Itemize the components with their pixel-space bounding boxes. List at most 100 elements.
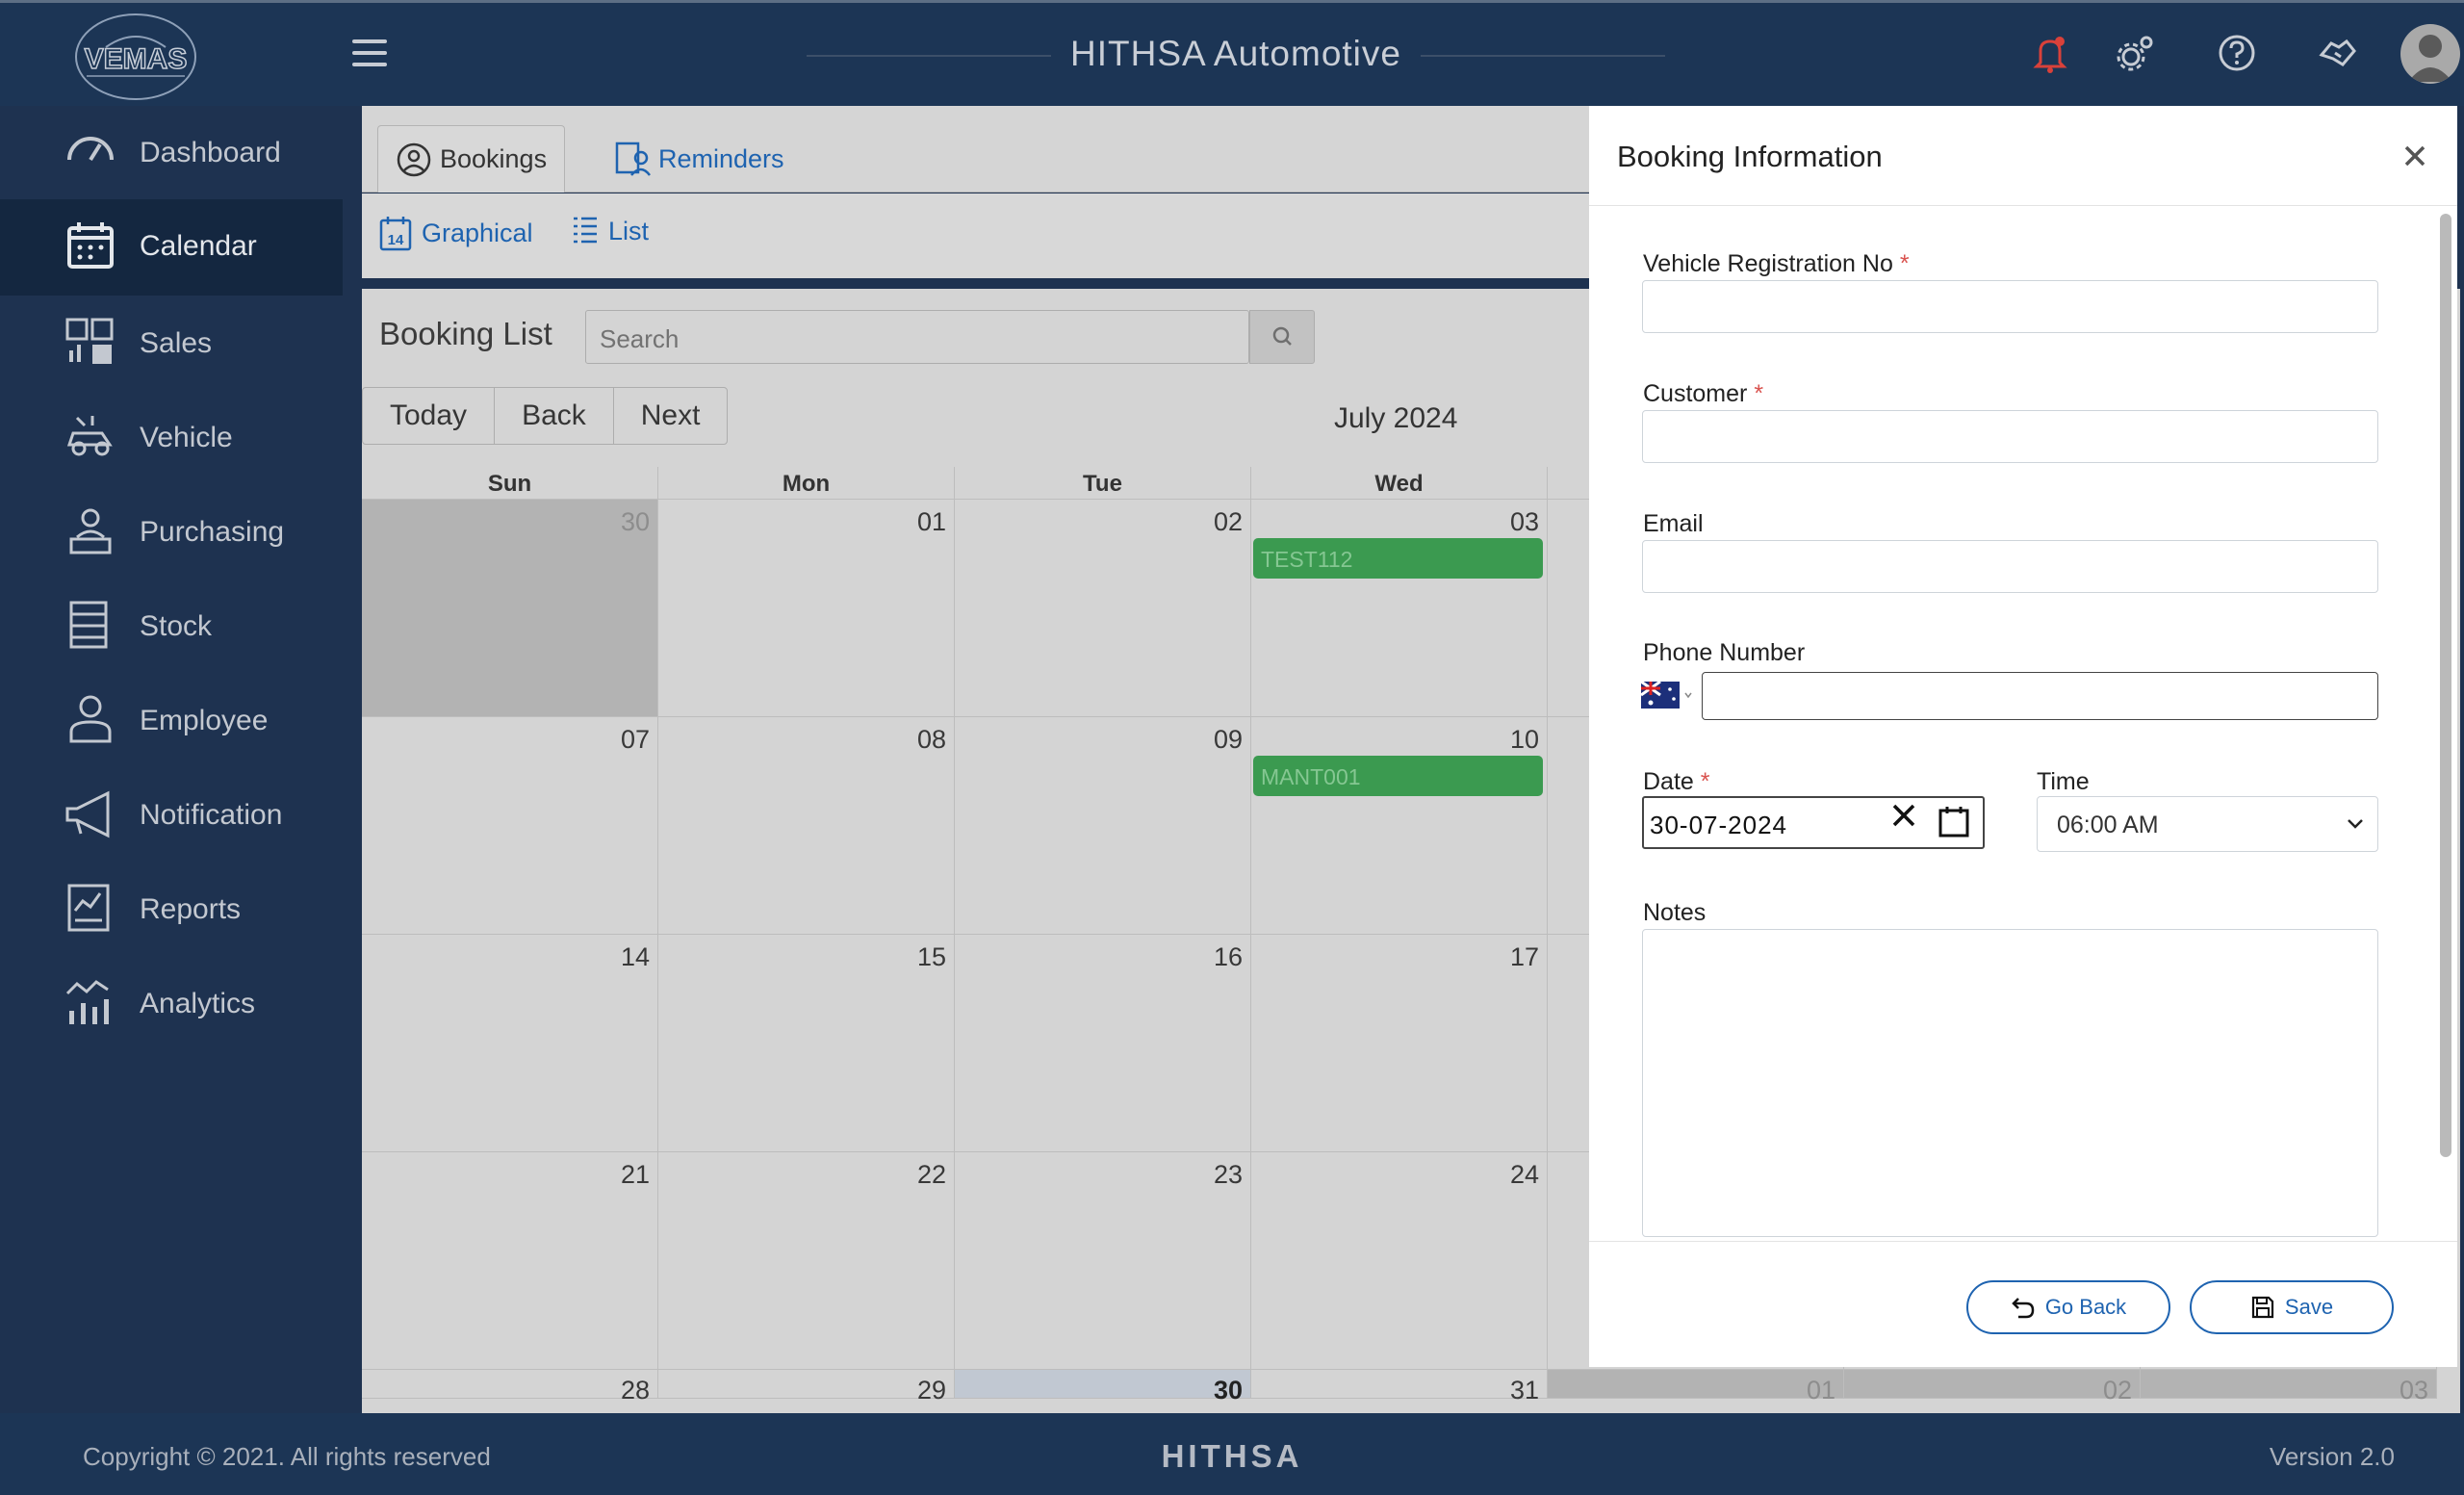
calendar-day-cell[interactable]: 03 TEST112	[1251, 500, 1548, 717]
modal-scrollbar[interactable]	[2438, 212, 2451, 1232]
handshake-icon[interactable]	[2314, 30, 2360, 76]
calendar-day-cell[interactable]: 30	[955, 1370, 1251, 1405]
sidebar-item-employee[interactable]: Employee	[0, 674, 343, 770]
email-input[interactable]	[1642, 540, 2378, 593]
day-number[interactable]: 01	[1807, 1376, 1835, 1405]
customer-input[interactable]	[1642, 410, 2378, 463]
calendar-day-cell[interactable]: 03	[2141, 1370, 2437, 1405]
day-number[interactable]: 14	[621, 942, 650, 972]
day-number[interactable]: 16	[1214, 942, 1243, 972]
notification-bell-icon[interactable]	[2027, 30, 2073, 76]
sidebar-item-purchasing[interactable]: Purchasing	[0, 485, 343, 581]
close-icon[interactable]	[2400, 142, 2429, 170]
day-number[interactable]: 24	[1510, 1160, 1539, 1190]
day-number[interactable]: 02	[2103, 1376, 2132, 1405]
sidebar-item-label: Employee	[140, 705, 269, 736]
notes-textarea[interactable]	[1642, 929, 2378, 1237]
tab-reminders[interactable]: Reminders	[597, 125, 802, 193]
sidebar-item-reports[interactable]: Reports	[0, 863, 343, 959]
calendar-day-cell[interactable]: 01	[1548, 1370, 1844, 1405]
settings-gears-icon[interactable]	[2112, 30, 2158, 76]
date-input[interactable]: 30-07-2024	[1642, 796, 1985, 849]
date-picker-icon[interactable]	[1938, 805, 1970, 838]
sidebar-item-notification[interactable]: Notification	[0, 768, 343, 864]
day-number[interactable]: 03	[2400, 1376, 2428, 1405]
day-number[interactable]: 10	[1510, 725, 1539, 755]
sidebar-item-dashboard[interactable]: Dashboard	[0, 106, 343, 202]
day-number[interactable]: 01	[917, 507, 946, 537]
calendar-day-cell[interactable]: 09	[955, 717, 1251, 935]
calendar-day-cell[interactable]: 22	[658, 1152, 955, 1370]
calendar-day-cell[interactable]: 10 MANT001	[1251, 717, 1548, 935]
menu-toggle-icon[interactable]	[352, 39, 387, 68]
day-number[interactable]: 09	[1214, 725, 1243, 755]
calendar-day-cell[interactable]: 02	[1844, 1370, 2141, 1405]
day-number[interactable]: 29	[917, 1376, 946, 1405]
time-select[interactable]: 06:00 AM	[2037, 796, 2378, 852]
calendar-day-cell[interactable]: 07	[362, 717, 658, 935]
calendar-day-cell[interactable]: 17	[1251, 935, 1548, 1152]
day-number[interactable]: 30	[621, 507, 650, 537]
tab-bookings[interactable]: Bookings	[377, 125, 566, 193]
calendar-day-cell[interactable]: 01	[658, 500, 955, 717]
search-button[interactable]	[1249, 310, 1315, 364]
vemas-logo[interactable]: VEMAS	[67, 11, 204, 103]
calendar-day-cell[interactable]: 02	[955, 500, 1251, 717]
modal-title: Booking Information	[1617, 140, 1883, 173]
calendar-day-cell[interactable]: 24	[1251, 1152, 1548, 1370]
tab-graphical[interactable]: 14 Graphical	[379, 215, 533, 251]
day-number[interactable]: 23	[1214, 1160, 1243, 1190]
calendar-day-cell[interactable]: 14	[362, 935, 658, 1152]
day-number[interactable]: 30	[1214, 1376, 1243, 1405]
scrollbar-thumb[interactable]	[2440, 214, 2451, 1157]
booking-event[interactable]: TEST112	[1253, 538, 1543, 579]
sidebar-item-stock[interactable]: Stock	[0, 580, 343, 676]
day-number[interactable]: 07	[621, 725, 650, 755]
calendar-day-cell[interactable]: 16	[955, 935, 1251, 1152]
tab-label: Bookings	[440, 144, 548, 173]
day-number[interactable]: 03	[1510, 507, 1539, 537]
day-number[interactable]: 21	[621, 1160, 650, 1190]
save-disk-icon	[2251, 1296, 2274, 1319]
back-button[interactable]: Back	[495, 388, 614, 444]
clear-date-icon[interactable]	[1889, 801, 1918, 838]
calendar-day-cell[interactable]: 28	[362, 1370, 658, 1405]
day-number[interactable]: 22	[917, 1160, 946, 1190]
day-number[interactable]: 08	[917, 725, 946, 755]
go-back-button[interactable]: Go Back	[1966, 1280, 2170, 1334]
country-flag-dropdown[interactable]	[1639, 680, 1697, 712]
search-input[interactable]: Search	[585, 310, 1249, 364]
booking-event[interactable]: MANT001	[1253, 756, 1543, 796]
help-icon[interactable]	[2214, 30, 2260, 76]
today-button[interactable]: Today	[363, 388, 496, 444]
calendar-day-cell[interactable]: 15	[658, 935, 955, 1152]
gauge-icon	[67, 137, 114, 162]
analytics-icon	[65, 980, 109, 1024]
calendar-day-cell[interactable]: 30	[362, 500, 658, 717]
phone-number-input[interactable]	[1702, 672, 2378, 720]
calendar-day-cell[interactable]: 08	[658, 717, 955, 935]
user-avatar[interactable]	[2400, 24, 2460, 84]
next-button[interactable]: Next	[614, 388, 728, 444]
calendar-day-cell[interactable]: 23	[955, 1152, 1251, 1370]
day-number[interactable]: 28	[621, 1376, 650, 1405]
sidebar-item-label: Reports	[140, 893, 242, 925]
calendar-day-cell[interactable]: 29	[658, 1370, 955, 1405]
sidebar-item-analytics[interactable]: Analytics	[0, 957, 343, 1053]
vehicle-registration-input[interactable]	[1642, 280, 2378, 333]
calendar-day-cell[interactable]: 31	[1251, 1370, 1548, 1405]
day-number[interactable]: 15	[917, 942, 946, 972]
sidebar-item-vehicle[interactable]: Vehicle	[0, 391, 343, 487]
sidebar-item-label: Notification	[140, 799, 283, 831]
save-button[interactable]: Save	[2190, 1280, 2394, 1334]
calendar-nav-buttons: Today Back Next	[362, 387, 729, 445]
sidebar-item-calendar[interactable]: Calendar	[0, 199, 343, 296]
sidebar-item-label: Stock	[140, 610, 213, 642]
sidebar-item-sales[interactable]: Sales	[0, 296, 343, 393]
day-number[interactable]: 17	[1510, 942, 1539, 972]
day-number[interactable]: 31	[1510, 1376, 1539, 1405]
day-number[interactable]: 02	[1214, 507, 1243, 537]
tab-list[interactable]: List	[572, 215, 649, 247]
calendar-day-cell[interactable]: 21	[362, 1152, 658, 1370]
booking-information-modal: Booking Information Vehicle Registration…	[1589, 106, 2457, 1367]
